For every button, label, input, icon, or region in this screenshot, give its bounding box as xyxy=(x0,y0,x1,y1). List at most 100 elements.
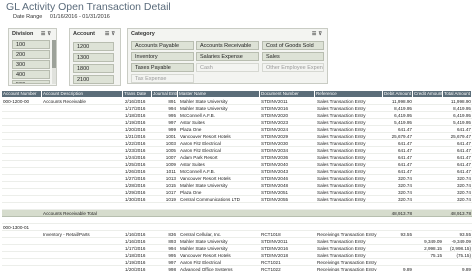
cell-total: 11,998.90 xyxy=(450,99,471,104)
cell-date: 1/19/2016 xyxy=(125,120,146,125)
cell-name: Advanced Office Systems xyxy=(180,267,233,271)
cell-total: (2,998.15) xyxy=(450,246,471,251)
column-header[interactable]: Master Name xyxy=(178,91,260,97)
category-slicer-title: Category xyxy=(131,31,155,37)
category-item[interactable]: Other Employee Expense xyxy=(262,63,324,72)
table-row[interactable]: 1/25/2016 1009 Astor Suites STDINV2040 Sales… xyxy=(2,161,472,168)
category-item[interactable]: Cash xyxy=(196,63,259,72)
account-item[interactable]: 1200 xyxy=(73,42,114,51)
column-header[interactable]: Document Number xyxy=(260,91,315,97)
clear-filter-icon[interactable]: ⊽ xyxy=(318,31,324,37)
table-row[interactable]: 1/17/2016 994 Mahler State University STDIN… xyxy=(2,105,472,112)
cell-debit: 320.74 xyxy=(397,197,412,202)
cell-name: Plaza One xyxy=(180,190,202,195)
cell-je: 1011 xyxy=(166,169,176,174)
division-scroll-thumb[interactable] xyxy=(52,40,56,68)
cell-desc: Accounts Receivable Total xyxy=(43,211,97,216)
cell-name: Mahler State University xyxy=(180,239,228,244)
table-row[interactable]: 1/30/2016 1019 Central Communications LTD S… xyxy=(2,196,472,203)
table-row[interactable]: 000-1300-01 xyxy=(2,224,472,231)
category-item[interactable]: Tax Expense xyxy=(131,74,194,83)
cell-date: 1/26/2016 xyxy=(125,169,146,174)
cell-total: (75.15) xyxy=(456,253,471,258)
table-row[interactable]: 1/18/2016 995 Vancouver Resort Hotels STDIN… xyxy=(2,252,472,259)
table-row[interactable]: 1/21/2016 1001 Vancouver Resort Hotels STDI… xyxy=(2,133,472,140)
clear-filter-icon[interactable]: ⊽ xyxy=(47,31,53,37)
division-item[interactable]: 100 xyxy=(12,40,50,49)
cell-debit: 641.47 xyxy=(397,127,412,132)
clear-filter-icon[interactable]: ⊽ xyxy=(111,31,117,37)
table-row[interactable] xyxy=(2,203,472,210)
cell-name: Astor Suites xyxy=(180,120,205,125)
cell-doc: RCT1021 xyxy=(261,260,281,265)
cell-ref: Receivings Transaction Entry xyxy=(317,267,377,271)
column-header[interactable]: Account Description xyxy=(42,91,123,97)
cell-date: 1/23/2016 xyxy=(125,148,146,153)
column-header[interactable]: Trans Date xyxy=(123,91,152,97)
account-item[interactable]: 1800 xyxy=(73,64,114,73)
column-header[interactable]: Debit Amount xyxy=(383,91,413,97)
category-item[interactable]: Salaries Expense xyxy=(196,52,259,61)
category-item[interactable]: Accounts Receivable xyxy=(196,41,259,50)
cell-name: Mahler State University xyxy=(180,106,228,111)
cell-doc: STDINV2023 xyxy=(261,120,289,125)
cell-je: 999 xyxy=(168,127,176,132)
column-header[interactable]: Account Number xyxy=(2,91,42,97)
category-item[interactable]: Sales xyxy=(262,52,324,61)
table-row[interactable]: 1/24/2016 1007 Adam Park Resort STDINV2036 S… xyxy=(2,154,472,161)
table-row[interactable]: 1/27/2016 1013 Vancouver Resort Hotels STDI… xyxy=(2,175,472,182)
cell-total: 320.74 xyxy=(456,197,471,202)
column-header[interactable]: Credit Amount xyxy=(413,91,443,97)
transaction-table: Account Number Account Description Trans… xyxy=(2,91,472,271)
cell-date: 2/16/2016 xyxy=(125,99,146,104)
cell-total: 320.74 xyxy=(456,176,471,181)
cell-credit: 75.15 xyxy=(430,253,443,258)
category-item[interactable]: Accounts Payable xyxy=(131,41,194,50)
table-row[interactable]: 1/28/2016 1015 Mahler State University STDI… xyxy=(2,182,472,189)
cell-date: 1/19/2016 xyxy=(125,260,146,265)
cell-date: 1/25/2016 xyxy=(125,162,146,167)
division-slicer: Division ☰⊽ 100 200 300 400 500 xyxy=(8,28,57,86)
division-item[interactable]: 400 xyxy=(12,70,50,79)
column-header[interactable]: Reference xyxy=(315,91,383,97)
cell-ref: Sales Transaction Entry xyxy=(317,176,366,181)
cell-date: 1/21/2016 xyxy=(125,134,146,139)
column-header[interactable]: Journal Entry xyxy=(152,91,178,97)
table-row[interactable]: 1/19/2016 997 Aaron Fitz Electrical RCT1021… xyxy=(2,259,472,266)
total-row[interactable]: Accounts Receivable Total 48,913.78 48,913… xyxy=(2,210,472,217)
account-item[interactable]: 2100 xyxy=(73,75,114,84)
cell-total: 5,419.95 xyxy=(453,120,471,125)
cell-total: 25,679.47 xyxy=(450,134,471,139)
table-row[interactable]: 1/29/2016 1017 Plaza One STDINV2051 Sales Tr… xyxy=(2,189,472,196)
cell-doc: STDINV2055 xyxy=(261,197,289,202)
division-item[interactable]: 200 xyxy=(12,50,50,59)
report-title: GL Activity Open Transaction Detail xyxy=(6,1,171,13)
category-item[interactable]: Inventory xyxy=(131,52,194,61)
table-row[interactable]: 1/19/2016 997 Astor Suites STDINV2023 Sales … xyxy=(2,119,472,126)
table-row[interactable]: 1/20/2016 999 Plaza One STDINV2024 Sales Tra… xyxy=(2,126,472,133)
division-item[interactable]: 500 xyxy=(12,80,50,84)
table-row[interactable] xyxy=(2,217,472,224)
cell-doc: STDINV2024 xyxy=(261,127,289,132)
table-row[interactable]: 1/18/2016 995 McConnell A.F.B. STDINV2020 Sa… xyxy=(2,112,472,119)
table-row[interactable]: 1/26/2016 1011 McConnell A.F.B. STDINV2043 S… xyxy=(2,168,472,175)
cell-debit: 641.47 xyxy=(397,162,412,167)
table-row[interactable]: 1/23/2016 1005 Aaron Fitz Electrical STDINV… xyxy=(2,147,472,154)
table-row[interactable]: 1/17/2016 994 Mahler State University STDIN… xyxy=(2,245,472,252)
cell-name: Aaron Fitz Electrical xyxy=(180,148,221,153)
cell-date: 1/18/2016 xyxy=(125,253,146,258)
division-scrollbar[interactable] xyxy=(52,40,56,84)
table-row[interactable]: 000-1200-00 Accounts Receivable 2/16/2016 8… xyxy=(2,98,472,105)
cell-name: Vancouver Resort Hotels xyxy=(180,176,231,181)
column-header[interactable]: Total Amount xyxy=(443,91,472,97)
cell-doc: STDINV2034 xyxy=(261,148,289,153)
table-row[interactable]: Inventory - Retail/Parts 1/16/2016 836 Cent… xyxy=(2,231,472,238)
table-row[interactable]: 1/20/2016 998 Advanced Office Systems RCT10… xyxy=(2,266,472,271)
division-item[interactable]: 300 xyxy=(12,60,50,69)
account-item[interactable]: 1300 xyxy=(73,53,114,62)
category-item[interactable]: Cost of Goods Sold xyxy=(262,41,324,50)
table-row[interactable]: 1/16/2016 893 Mahler State University STDIN… xyxy=(2,238,472,245)
cell-total: 641.47 xyxy=(456,169,471,174)
category-item[interactable]: Taxes Payable xyxy=(131,63,194,72)
table-row[interactable]: 1/22/2016 1003 Aaron Fitz Electrical STDINV… xyxy=(2,140,472,147)
